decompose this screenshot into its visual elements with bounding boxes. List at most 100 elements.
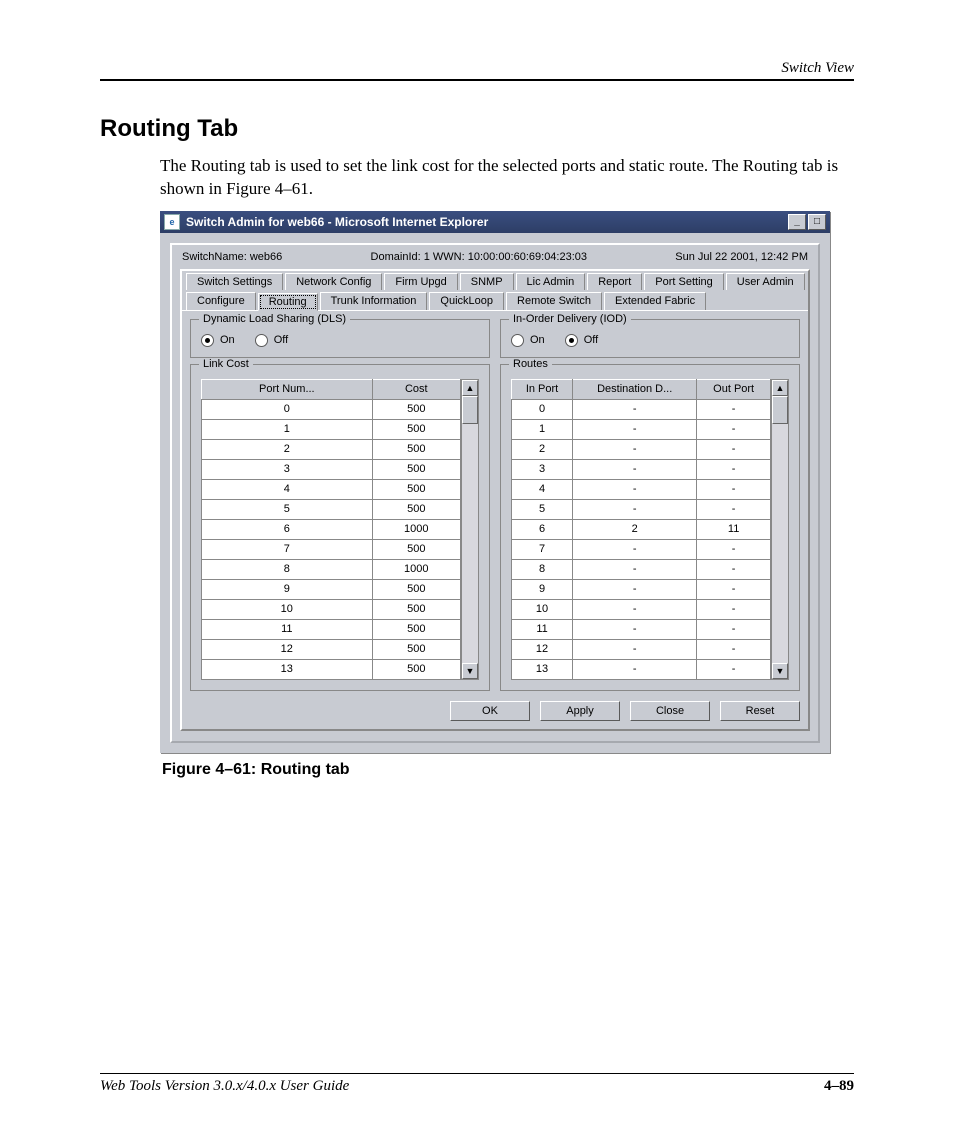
table-cell[interactable]: 4 <box>512 479 573 499</box>
table-row[interactable]: 10500 <box>202 599 461 619</box>
table-header[interactable]: Port Num... <box>202 379 373 399</box>
table-row[interactable]: 5500 <box>202 499 461 519</box>
table-cell[interactable]: - <box>697 639 771 659</box>
table-cell[interactable]: - <box>697 459 771 479</box>
table-header[interactable]: Destination D... <box>573 379 697 399</box>
iod-on-radio[interactable] <box>511 334 524 347</box>
table-cell[interactable]: - <box>697 419 771 439</box>
table-cell[interactable]: 6 <box>202 519 373 539</box>
table-cell[interactable]: 11 <box>512 619 573 639</box>
table-row[interactable]: 0-- <box>512 399 771 419</box>
table-cell[interactable]: - <box>573 559 697 579</box>
table-row[interactable]: 11-- <box>512 619 771 639</box>
scroll-down-icon[interactable]: ▼ <box>462 663 478 679</box>
table-cell[interactable]: 500 <box>372 639 460 659</box>
table-cell[interactable]: - <box>573 639 697 659</box>
tab-lic-admin[interactable]: Lic Admin <box>516 273 586 290</box>
table-row[interactable]: 7-- <box>512 539 771 559</box>
tab-report[interactable]: Report <box>587 273 642 290</box>
table-cell[interactable]: 500 <box>372 659 460 679</box>
table-cell[interactable]: - <box>573 419 697 439</box>
table-cell[interactable]: 0 <box>512 399 573 419</box>
dls-on-radio[interactable] <box>201 334 214 347</box>
table-cell[interactable]: - <box>697 659 771 679</box>
table-cell[interactable]: 10 <box>202 599 373 619</box>
table-header[interactable]: Cost <box>372 379 460 399</box>
table-cell[interactable]: 13 <box>202 659 373 679</box>
table-cell[interactable]: - <box>697 619 771 639</box>
table-cell[interactable]: 500 <box>372 619 460 639</box>
tab-firm-upgd[interactable]: Firm Upgd <box>384 273 457 290</box>
table-row[interactable]: 10-- <box>512 599 771 619</box>
table-cell[interactable]: 9 <box>202 579 373 599</box>
table-row[interactable]: 1-- <box>512 419 771 439</box>
tab-user-admin[interactable]: User Admin <box>726 273 805 290</box>
table-cell[interactable]: 12 <box>512 639 573 659</box>
table-cell[interactable]: - <box>697 539 771 559</box>
table-cell[interactable]: 500 <box>372 479 460 499</box>
table-cell[interactable]: - <box>697 439 771 459</box>
table-cell[interactable]: 9 <box>512 579 573 599</box>
routes-scrollbar[interactable]: ▲ ▼ <box>771 379 789 680</box>
table-cell[interactable]: 8 <box>512 559 573 579</box>
linkcost-table[interactable]: Port Num...Cost0500150025003500450055006… <box>201 379 461 680</box>
table-row[interactable]: 4-- <box>512 479 771 499</box>
scroll-up-icon[interactable]: ▲ <box>772 380 788 396</box>
maximize-button[interactable]: □ <box>808 214 826 230</box>
table-cell[interactable]: 500 <box>372 439 460 459</box>
table-row[interactable]: 4500 <box>202 479 461 499</box>
table-cell[interactable]: 2 <box>512 439 573 459</box>
scroll-up-icon[interactable]: ▲ <box>462 380 478 396</box>
tab-network-config[interactable]: Network Config <box>285 273 382 290</box>
table-row[interactable]: 9-- <box>512 579 771 599</box>
table-row[interactable]: 13500 <box>202 659 461 679</box>
table-cell[interactable]: - <box>573 659 697 679</box>
table-cell[interactable]: 1000 <box>372 519 460 539</box>
scroll-thumb[interactable] <box>772 396 788 424</box>
table-cell[interactable]: 7 <box>512 539 573 559</box>
table-cell[interactable]: 6 <box>512 519 573 539</box>
scroll-thumb[interactable] <box>462 396 478 424</box>
table-cell[interactable]: 500 <box>372 539 460 559</box>
table-row[interactable]: 13-- <box>512 659 771 679</box>
tab-configure[interactable]: Configure <box>186 292 256 310</box>
table-cell[interactable]: 1 <box>202 419 373 439</box>
table-row[interactable]: 2-- <box>512 439 771 459</box>
table-cell[interactable]: 8 <box>202 559 373 579</box>
minimize-button[interactable]: _ <box>788 214 806 230</box>
routes-table[interactable]: In PortDestination D...Out Port0--1--2--… <box>511 379 771 680</box>
table-cell[interactable]: - <box>697 479 771 499</box>
table-cell[interactable]: 3 <box>202 459 373 479</box>
tab-quickloop[interactable]: QuickLoop <box>429 292 504 310</box>
table-cell[interactable]: - <box>697 579 771 599</box>
table-cell[interactable]: 2 <box>202 439 373 459</box>
table-row[interactable]: 7500 <box>202 539 461 559</box>
tab-snmp[interactable]: SNMP <box>460 273 514 290</box>
table-cell[interactable]: 4 <box>202 479 373 499</box>
tab-remote-switch[interactable]: Remote Switch <box>506 292 602 310</box>
table-cell[interactable]: 13 <box>512 659 573 679</box>
table-cell[interactable]: - <box>573 459 697 479</box>
table-cell[interactable]: 10 <box>512 599 573 619</box>
table-cell[interactable]: 1 <box>512 419 573 439</box>
table-row[interactable]: 8-- <box>512 559 771 579</box>
ok-button[interactable]: OK <box>450 701 530 721</box>
table-cell[interactable]: - <box>697 399 771 419</box>
table-cell[interactable]: 500 <box>372 599 460 619</box>
table-cell[interactable]: 7 <box>202 539 373 559</box>
table-row[interactable]: 12500 <box>202 639 461 659</box>
table-cell[interactable]: 2 <box>573 519 697 539</box>
tab-port-setting[interactable]: Port Setting <box>644 273 723 290</box>
table-cell[interactable]: - <box>697 599 771 619</box>
table-cell[interactable]: - <box>697 559 771 579</box>
reset-button[interactable]: Reset <box>720 701 800 721</box>
table-row[interactable]: 9500 <box>202 579 461 599</box>
tab-switch-settings[interactable]: Switch Settings <box>186 273 283 290</box>
table-cell[interactable]: 5 <box>512 499 573 519</box>
table-cell[interactable]: 500 <box>372 399 460 419</box>
table-row[interactable]: 3500 <box>202 459 461 479</box>
table-cell[interactable]: - <box>573 539 697 559</box>
table-row[interactable]: 0500 <box>202 399 461 419</box>
table-cell[interactable]: - <box>697 499 771 519</box>
table-cell[interactable]: - <box>573 579 697 599</box>
